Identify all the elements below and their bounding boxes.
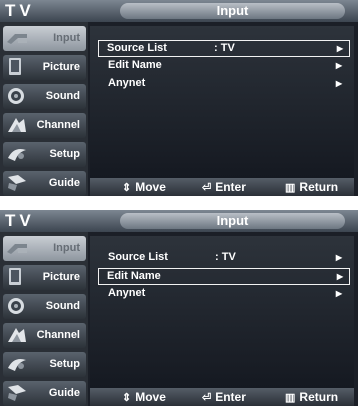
sidebar-item-label: Channel: [36, 329, 80, 341]
sidebar-item-label: Sound: [45, 300, 80, 312]
menu-row-anynet[interactable]: Anynet ▶: [100, 286, 348, 301]
move-icon: ⇕: [122, 392, 132, 404]
input-icon: [7, 244, 27, 254]
row-value: : TV: [215, 251, 236, 263]
channel-icon: [8, 118, 26, 132]
sound-icon: [8, 88, 24, 104]
sidebar: Input Picture Sound Channel Setup Guide: [0, 232, 88, 406]
footer-return: ▥ Return: [285, 390, 339, 404]
footer-bar: ⇕ Move ⏎ Enter ▥ Return: [90, 178, 354, 196]
sidebar-item-label: Channel: [36, 119, 80, 131]
return-icon: ▥: [285, 392, 296, 404]
sidebar-item-picture[interactable]: Picture: [3, 55, 86, 80]
menu-row-edit-name[interactable]: Edit Name ▶: [100, 58, 348, 73]
footer-enter: ⏎ Enter: [202, 180, 246, 194]
footer-return: ▥ Return: [285, 180, 339, 194]
picture-icon: [9, 58, 21, 75]
row-label: Anynet: [108, 287, 146, 299]
footer-move: ⇕ Move: [122, 390, 166, 404]
arrow-right-icon: ▶: [335, 79, 342, 88]
menu-row-edit-name[interactable]: Edit Name ▶: [98, 268, 350, 285]
title-bar: TV Input: [0, 0, 358, 22]
arrow-right-icon: ▶: [335, 253, 342, 262]
row-value: : TV: [214, 42, 235, 54]
sidebar-item-guide[interactable]: Guide: [3, 171, 86, 196]
title-bar: TV Input: [0, 210, 358, 232]
sidebar-item-label: Input: [53, 32, 80, 44]
sidebar-item-label: Guide: [48, 177, 80, 189]
picture-icon: [9, 268, 21, 285]
sidebar-item-label: Sound: [45, 90, 80, 102]
sound-icon: [8, 298, 24, 314]
row-label: Edit Name: [108, 59, 162, 71]
menu-title: Input: [120, 3, 345, 19]
row-label: Edit Name: [107, 270, 161, 282]
guide-icon: [8, 175, 26, 191]
setup-icon: [8, 149, 26, 161]
input-icon: [7, 34, 27, 44]
sidebar-item-sound[interactable]: Sound: [3, 294, 86, 319]
guide-icon: [8, 385, 26, 401]
sidebar-item-label: Picture: [42, 61, 80, 73]
sidebar-item-channel[interactable]: Channel: [3, 113, 86, 138]
arrow-right-icon: ▶: [336, 272, 343, 281]
arrow-right-icon: ▶: [336, 44, 343, 53]
enter-icon: ⏎: [202, 182, 212, 194]
sidebar-item-input[interactable]: Input: [3, 236, 86, 261]
footer-bar: ⇕ Move ⏎ Enter ▥ Return: [90, 388, 354, 406]
sidebar-item-picture[interactable]: Picture: [3, 265, 86, 290]
sidebar-item-label: Setup: [49, 148, 80, 160]
tv-menu-screen-2: TV Input Input Picture Sound Channel Set…: [0, 210, 358, 406]
arrow-right-icon: ▶: [335, 61, 342, 70]
sidebar-item-input[interactable]: Input: [3, 26, 86, 51]
enter-icon: ⏎: [202, 392, 212, 404]
tv-menu-screen-1: TV Input Input Picture Sound Channel Set…: [0, 0, 358, 196]
menu-content: Source List : TV ▶ Edit Name ▶ Anynet ▶: [90, 236, 354, 388]
footer-enter: ⏎ Enter: [202, 390, 246, 404]
footer-move: ⇕ Move: [122, 180, 166, 194]
row-label: Anynet: [108, 77, 146, 89]
row-label: Source List: [108, 251, 168, 263]
row-label: Source List: [107, 42, 167, 54]
sidebar-item-setup[interactable]: Setup: [3, 352, 86, 377]
sidebar: Input Picture Sound Channel Setup Guide: [0, 22, 88, 196]
menu-content: Source List : TV ▶ Edit Name ▶ Anynet ▶: [90, 26, 354, 178]
arrow-right-icon: ▶: [335, 289, 342, 298]
menu-row-source-list[interactable]: Source List : TV ▶: [100, 250, 348, 265]
menu-title: Input: [120, 213, 345, 229]
tv-label: TV: [5, 1, 35, 20]
menu-row-anynet[interactable]: Anynet ▶: [100, 76, 348, 91]
setup-icon: [8, 359, 26, 371]
sidebar-item-label: Picture: [42, 271, 80, 283]
menu-row-source-list[interactable]: Source List : TV ▶: [98, 40, 350, 57]
sidebar-item-channel[interactable]: Channel: [3, 323, 86, 348]
sidebar-item-guide[interactable]: Guide: [3, 381, 86, 406]
sidebar-item-sound[interactable]: Sound: [3, 84, 86, 109]
move-icon: ⇕: [122, 182, 132, 194]
sidebar-item-label: Setup: [49, 358, 80, 370]
sidebar-item-label: Guide: [48, 387, 80, 399]
channel-icon: [8, 328, 26, 342]
tv-label: TV: [5, 211, 35, 230]
sidebar-item-setup[interactable]: Setup: [3, 142, 86, 167]
sidebar-item-label: Input: [53, 242, 80, 254]
return-icon: ▥: [285, 182, 296, 194]
